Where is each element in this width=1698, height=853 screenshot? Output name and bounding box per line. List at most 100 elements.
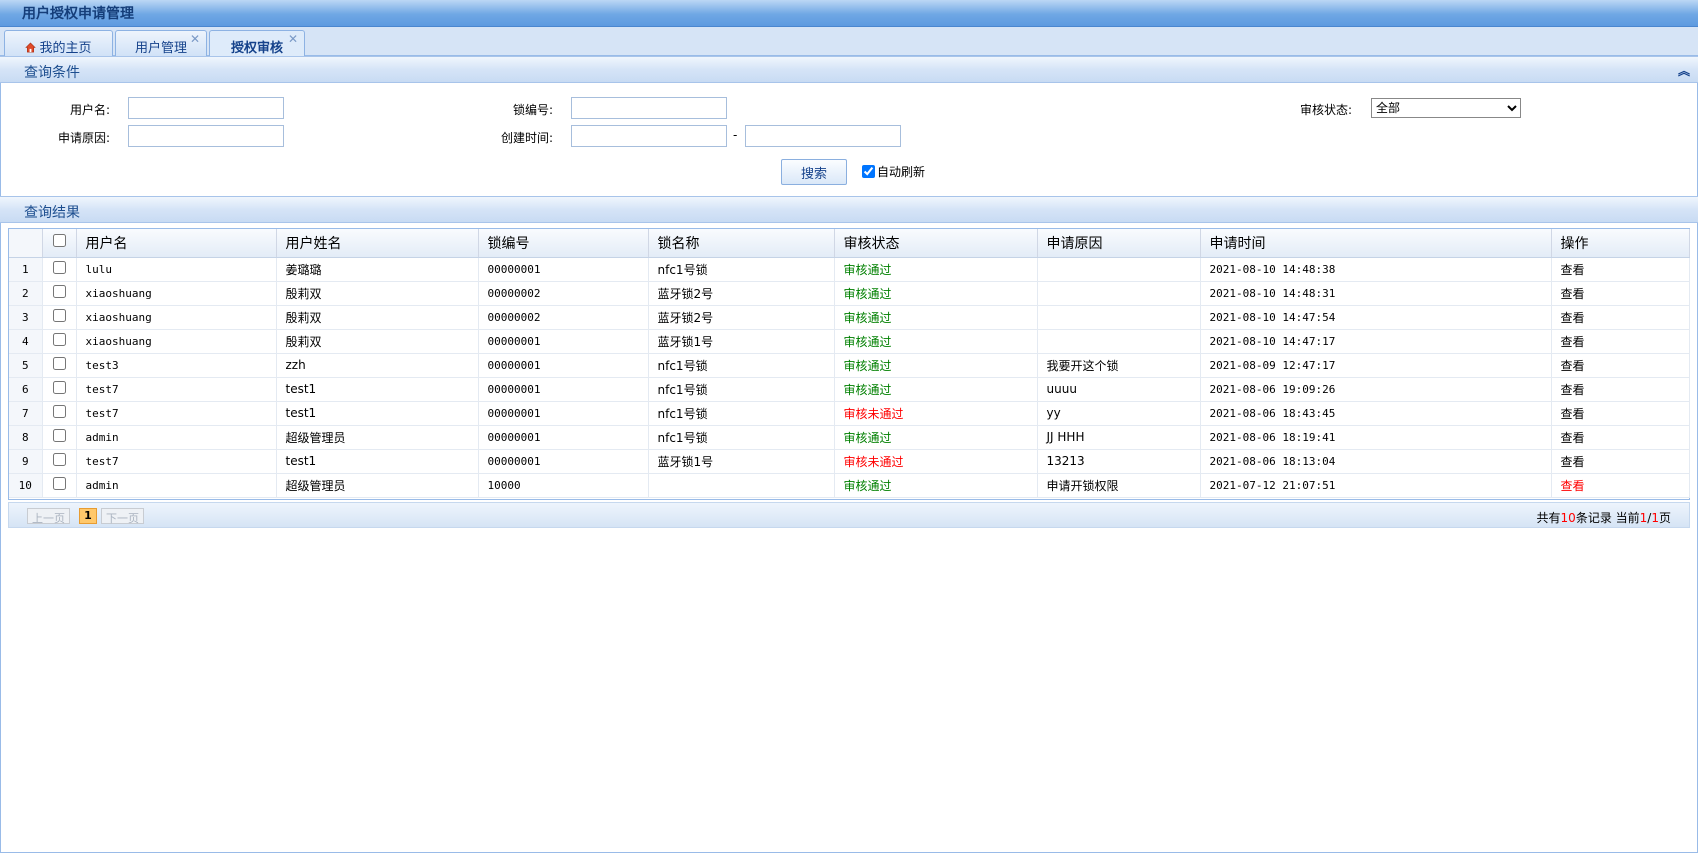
close-icon[interactable]: ✕ [190,32,200,46]
row-select [42,353,77,378]
cell-lock-name: 蓝牙锁1号 [648,329,835,354]
table-row[interactable]: 1 lulu 姜璐璐 00000001 nfc1号锁 审核通过 2021-08-10 14:… [9,257,1690,282]
row-select [42,329,77,354]
table-row[interactable]: 4 xiaoshuang 殷莉双 00000001 蓝牙锁1号 审核通过 2021-08-1… [9,329,1690,354]
column-header[interactable]: 锁编号 [478,229,649,258]
cell-lock-no: 00000001 [478,329,649,354]
column-header[interactable]: 用户名 [76,229,277,258]
results-grid: 用户名 用户姓名 锁编号 锁名称 审核状态 申请原因 申请时间 操作 1 lulu… [8,228,1690,500]
row-checkbox[interactable] [52,381,66,394]
created-start-input[interactable] [571,125,727,147]
prev-page-button[interactable]: 上一页 [27,508,70,525]
row-select [42,305,77,330]
cell-lock-name: 蓝牙锁2号 [648,305,835,330]
pagination-summary: 共有10条记录 当前1/1页 [1537,509,1671,526]
close-icon[interactable]: ✕ [288,32,298,46]
row-checkbox[interactable] [52,357,66,370]
row-number: 10 [9,473,43,498]
view-link[interactable]: 查看 [1551,449,1690,474]
table-row[interactable]: 9 test7 test1 00000001 蓝牙锁1号 审核未通过 13213 2021-0… [9,449,1690,474]
cell-name: test1 [276,401,479,426]
view-link[interactable]: 查看 [1551,425,1690,450]
cell-name: 姜璐璐 [276,257,479,282]
row-select [42,401,77,426]
column-header[interactable]: 用户姓名 [276,229,479,258]
results-section-title: 查询结果 [24,205,80,221]
select-all-checkbox[interactable] [52,234,66,248]
total-pages: 1 [1651,511,1659,525]
table-row[interactable]: 8 admin 超级管理员 00000001 nfc1号锁 审核通过 JJ HHH 2021-… [9,425,1690,450]
next-page-button[interactable]: 下一页 [101,508,144,525]
reason-input[interactable] [128,125,284,147]
view-link[interactable]: 查看 [1551,257,1690,282]
view-link[interactable]: 查看 [1551,281,1690,306]
cell-lock-name: nfc1号锁 [648,353,835,378]
view-link[interactable]: 查看 [1551,401,1690,426]
row-number: 2 [9,281,43,306]
column-header[interactable]: 申请时间 [1200,229,1552,258]
row-checkbox[interactable] [52,429,66,442]
status-select[interactable]: 全部 [1371,98,1521,118]
cell-reason [1037,281,1201,306]
cell-name: test1 [276,449,479,474]
row-number: 1 [9,257,43,282]
cell-time: 2021-08-06 18:13:04 [1200,449,1552,474]
row-checkbox[interactable] [52,477,66,490]
view-link[interactable]: 查看 [1551,377,1690,402]
row-checkbox[interactable] [52,333,66,346]
row-checkbox[interactable] [52,285,66,298]
view-link[interactable]: 查看 [1551,353,1690,378]
column-header[interactable]: 申请原因 [1037,229,1201,258]
cell-time: 2021-08-09 12:47:17 [1200,353,1552,378]
auto-refresh-checkbox[interactable] [862,165,875,178]
title-bar: 用户授权申请管理 [0,0,1698,27]
view-link[interactable]: 查看 [1551,305,1690,330]
lock-no-input[interactable] [571,97,727,119]
column-header[interactable]: 审核状态 [834,229,1038,258]
row-checkbox[interactable] [52,261,66,274]
row-checkbox[interactable] [52,309,66,322]
table-row[interactable]: 7 test7 test1 00000001 nfc1号锁 审核未通过 yy 2021-08-… [9,401,1690,426]
row-number: 4 [9,329,43,354]
tab-user-management[interactable]: 用户管理 ✕ [115,30,207,56]
search-button[interactable]: 搜索 [781,159,847,185]
table-row[interactable]: 10 admin 超级管理员 10000 审核通过 申请开锁权限 2021-07-12 21… [9,473,1690,498]
cell-username: xiaoshuang [76,305,277,330]
cell-time: 2021-08-06 19:09:26 [1200,377,1552,402]
summary-suffix: 页 [1658,511,1671,525]
table-row[interactable]: 2 xiaoshuang 殷莉双 00000002 蓝牙锁2号 审核通过 2021-08-1… [9,281,1690,306]
tab-user-management-label: 用户管理 [134,41,187,56]
cell-username: admin [76,425,277,450]
table-row[interactable]: 3 xiaoshuang 殷莉双 00000002 蓝牙锁2号 审核通过 2021-08-1… [9,305,1690,330]
table-row[interactable]: 5 test3 zzh 00000001 nfc1号锁 审核通过 我要开这个锁 2021-08… [9,353,1690,378]
cell-name: 殷莉双 [276,329,479,354]
column-header[interactable]: 锁名称 [648,229,835,258]
cell-name: 殷莉双 [276,281,479,306]
cell-lock-name [648,473,835,498]
tab-auth-review[interactable]: 授权审核 ✕ [209,30,305,57]
view-link[interactable]: 查看 [1551,329,1690,354]
cell-lock-no: 00000001 [478,257,649,282]
column-header[interactable]: 操作 [1551,229,1690,258]
row-number: 7 [9,401,43,426]
cell-reason [1037,257,1201,282]
summary-prefix: 共有 [1536,511,1561,525]
cell-status: 审核通过 [834,329,1038,354]
cell-lock-name: 蓝牙锁1号 [648,449,835,474]
cell-lock-name: 蓝牙锁2号 [648,281,835,306]
view-link[interactable]: 查看 [1551,473,1690,498]
row-checkbox[interactable] [52,405,66,418]
cell-lock-no: 00000001 [478,401,649,426]
collapse-icon[interactable]: ︽ [1678,62,1690,79]
table-row[interactable]: 6 test7 test1 00000001 nfc1号锁 审核通过 uuuu 2021-08… [9,377,1690,402]
row-checkbox[interactable] [52,453,66,466]
auto-refresh-toggle[interactable]: 自动刷新 [862,163,925,180]
cell-status: 审核通过 [834,257,1038,282]
results-section-header: 查询结果 [0,196,1698,223]
page-number[interactable]: 1 [79,508,97,524]
created-end-input[interactable] [745,125,901,147]
cell-time: 2021-08-10 14:47:17 [1200,329,1552,354]
tab-home[interactable]: 我的主页 [4,30,113,56]
username-input[interactable] [128,97,284,119]
summary-mid: 条记录 当前 [1575,511,1640,525]
